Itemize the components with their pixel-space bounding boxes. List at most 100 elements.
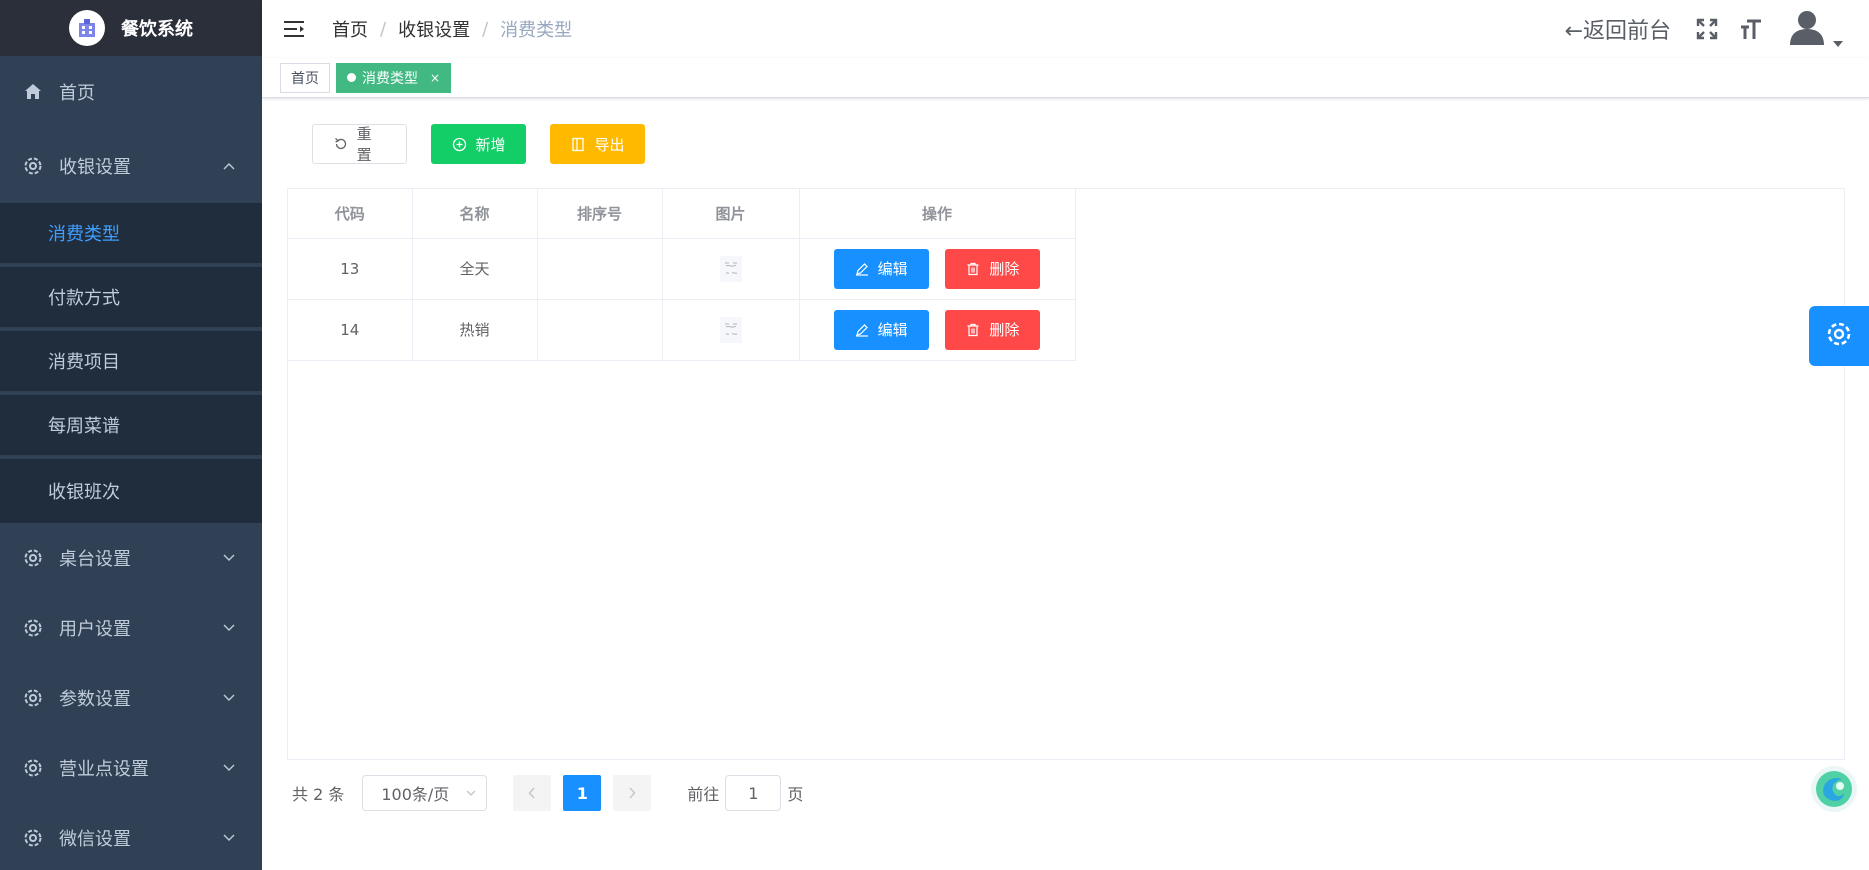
settings-drawer-button[interactable] [1809,306,1869,366]
chevron-left-icon [528,784,536,803]
page-suffix-label: 页 [787,785,804,804]
caret-down-icon [1833,39,1843,49]
avatar-icon [1787,7,1827,51]
breadcrumb-home[interactable]: 首页 [332,16,368,42]
sidebar-item-home[interactable]: 首页 [0,56,262,128]
cell-name: 热销 [412,299,538,361]
sidebar-item-param-settings[interactable]: 参数设置 [0,663,262,733]
edit-button[interactable]: 编辑 [833,248,929,289]
prev-page-button[interactable] [513,775,552,811]
goto-page-input[interactable] [725,775,782,811]
broken-image-icon[interactable] [719,316,742,343]
edit-label: 编辑 [877,321,908,339]
sidebar-item-label: 微信设置 [59,829,131,850]
tags-view: 首页 消费类型 × [262,58,1869,98]
sidebar-item-wechat-settings[interactable]: 微信设置 [0,803,262,870]
breadcrumb-cashier-settings[interactable]: 收银设置 [398,16,470,42]
sidebar-logo[interactable]: 餐饮系统 [0,0,262,56]
cell-code: 13 [288,238,413,300]
sidebar-item-consume-item[interactable]: 消费项目 [0,331,262,395]
right-menu: ←返回前台 [1565,0,1843,58]
goto-label: 前往 [687,785,720,804]
column-header-actions: 操作 [799,189,1076,239]
close-icon[interactable]: × [430,71,440,85]
export-icon [570,136,586,152]
sidebar-item-cashier[interactable]: 收银设置 [0,128,262,203]
chevron-down-icon [222,621,236,635]
chevron-down-icon [222,761,236,775]
user-avatar-dropdown[interactable] [1787,7,1843,51]
sidebar-item-cashier-shift[interactable]: 收银班次 [0,459,262,523]
submenu-cashier: 消费类型 付款方式 消费项目 每周菜谱 收银班次 [0,203,262,523]
data-table: 代码 名称 排序号 图片 操作 13 全天 编辑 删除 14 热销 编辑 删除 [287,188,1845,760]
broken-image-icon[interactable] [719,255,742,282]
tag-home[interactable]: 首页 [280,62,330,93]
sidebar-item-label: 首页 [59,83,95,104]
cell-code: 14 [288,299,413,361]
tag-consume-type[interactable]: 消费类型 × [336,62,452,93]
table-row: 13 全天 编辑 删除 [288,238,1076,300]
main-content: 重置 新增 导出 代码 名称 排序号 图片 操作 13 全天 编辑 删除 14 … [262,98,1869,870]
chevron-down-icon [222,831,236,845]
pagination: 共 2 条 100条/页 1 前往 页 [292,775,803,811]
gear-icon [22,155,44,177]
column-header-sort[interactable]: 排序号 [537,189,663,239]
building-logo-icon [69,10,105,46]
pagination-total: 共 2 条 [292,785,345,804]
sidebar-item-label: 用户设置 [59,619,131,640]
table-row: 14 热销 编辑 删除 [288,299,1076,361]
column-header-code[interactable]: 代码 [288,189,413,239]
cell-image [662,299,800,361]
font-size-icon[interactable] [1735,13,1767,45]
add-label: 新增 [475,135,506,154]
toolbar: 重置 新增 导出 [312,124,645,164]
export-button[interactable]: 导出 [550,124,645,164]
cell-actions: 编辑 删除 [799,299,1076,361]
edit-label: 编辑 [877,260,908,278]
trash-icon [966,323,980,337]
edit-icon [855,262,869,276]
cell-sort [537,299,663,361]
reset-label: 重置 [356,125,372,164]
chevron-right-icon [628,784,636,803]
sidebar-item-label: 参数设置 [59,689,131,710]
sidebar-item-table-settings[interactable]: 桌台设置 [0,523,262,593]
gear-icon [22,617,44,639]
cell-image [662,238,800,300]
cell-name: 全天 [412,238,538,300]
topbar: 首页 / 收银设置 / 消费类型 ←返回前台 [262,0,1869,58]
back-to-frontend-link[interactable]: ←返回前台 [1565,13,1671,45]
delete-button[interactable]: 删除 [945,248,1041,289]
add-button[interactable]: 新增 [431,124,526,164]
sidebar-item-label: 营业点设置 [59,759,149,780]
column-header-name[interactable]: 名称 [412,189,538,239]
cell-actions: 编辑 删除 [799,238,1076,300]
sidebar-item-label: 桌台设置 [59,549,131,570]
page-number-button[interactable]: 1 [563,775,602,811]
cell-sort [537,238,663,300]
active-dot-icon [347,73,356,82]
fullscreen-icon[interactable] [1691,13,1723,45]
assistant-icon[interactable] [1811,766,1857,812]
sidebar-item-payment-method[interactable]: 付款方式 [0,267,262,331]
table-header-row: 代码 名称 排序号 图片 操作 [288,189,1076,239]
delete-label: 删除 [989,321,1020,339]
sidebar-item-business-point-settings[interactable]: 营业点设置 [0,733,262,803]
column-header-image[interactable]: 图片 [662,189,800,239]
app-title: 餐饮系统 [121,19,193,40]
app-root: 餐饮系统 首页 收银设置 消费类型 付款方式 消费项目 每周菜谱 收银班次 桌台… [0,0,1869,870]
sidebar-item-user-settings[interactable]: 用户设置 [0,593,262,663]
refresh-icon [333,136,349,152]
hamburger-menu-icon[interactable] [282,16,308,42]
page-size-select[interactable]: 100条/页 [362,775,488,811]
sidebar-item-consume-type[interactable]: 消费类型 [0,203,262,267]
breadcrumb-separator: / [380,18,387,40]
gear-icon [1824,319,1854,353]
edit-button[interactable]: 编辑 [833,309,929,350]
delete-button[interactable]: 删除 [945,309,1041,350]
sidebar-item-weekly-menu[interactable]: 每周菜谱 [0,395,262,459]
chevron-down-icon [222,691,236,705]
gear-icon [22,547,44,569]
next-page-button[interactable] [613,775,652,811]
reset-button[interactable]: 重置 [312,124,407,164]
